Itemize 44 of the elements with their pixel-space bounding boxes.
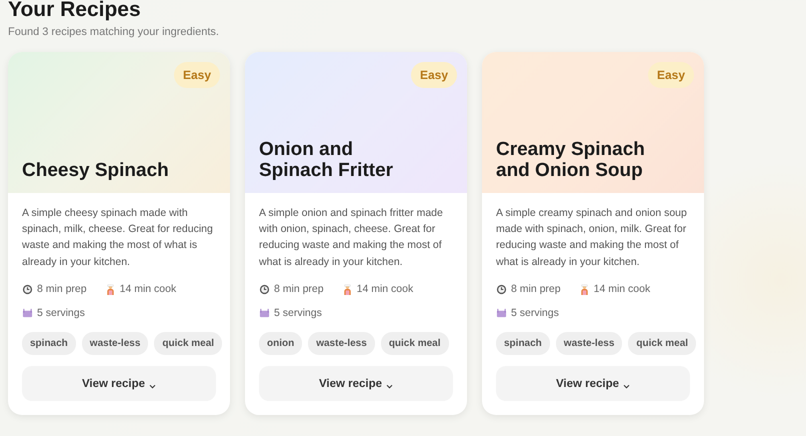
recipe-description: A simple creamy spinach and onion soup made with spinach, onion, milk. Great for reducing waste and making the most of what is already in your kitchen.	[496, 206, 688, 270]
clock-icon	[496, 284, 507, 294]
plate-icon	[259, 308, 270, 318]
cook-time: 14 min cook	[594, 283, 650, 295]
tag: quick meal	[628, 332, 696, 355]
recipe-title: Creamy Spinach and Onion Soup	[496, 139, 646, 181]
plate-icon	[22, 308, 33, 318]
tag: waste-less	[308, 332, 375, 355]
view-recipe-button[interactable]: View recipe	[496, 366, 690, 401]
cook-icon	[104, 284, 116, 294]
caret-icon	[149, 384, 156, 388]
prep-time: 8 min prep	[511, 283, 561, 295]
tag: onion	[259, 332, 302, 355]
recipe-title: Cheesy Spinach	[22, 160, 169, 181]
clock-icon	[22, 284, 33, 294]
tag: spinach	[22, 332, 76, 355]
tag: waste-less	[556, 332, 622, 355]
tag: spinach	[496, 332, 550, 355]
tag: quick meal	[380, 332, 449, 355]
view-recipe-button[interactable]: View recipe	[259, 366, 453, 401]
recipe-description: A simple cheesy spinach made with spinach, milk, cheese. Great for reducing waste and making the most of what is already in your kitchen.	[22, 206, 214, 270]
clock-icon	[259, 284, 270, 294]
recipe-title: Onion and Spinach Fritter	[259, 139, 394, 181]
prep-time: 8 min prep	[37, 283, 87, 295]
page-title: Your Recipes	[8, 0, 142, 20]
recipe-description: A simple onion and spinach fritter made with onion, spinach, cheese. Great for reducing waste and making the most of what is already in your kitchen.	[259, 206, 444, 270]
tag: quick meal	[154, 332, 222, 355]
view-recipe-button[interactable]: View recipe	[22, 366, 216, 401]
difficulty-badge: Easy	[174, 62, 220, 88]
caret-icon	[386, 384, 394, 388]
tag: waste-less	[82, 332, 148, 355]
cook-time: 14 min cook	[356, 283, 414, 295]
difficulty-badge: Easy	[648, 62, 694, 88]
plate-icon	[496, 308, 507, 318]
cook-icon	[578, 284, 590, 294]
results-summary: Found 3 recipes matching your ingredients.	[8, 26, 220, 39]
cook-icon	[342, 284, 353, 294]
difficulty-badge: Easy	[410, 62, 457, 88]
prep-time: 8 min prep	[274, 283, 324, 295]
servings: 5 servings	[37, 307, 85, 319]
cook-time: 14 min cook	[120, 283, 176, 295]
servings: 5 servings	[511, 307, 559, 319]
servings: 5 servings	[274, 307, 322, 319]
caret-icon	[623, 384, 630, 388]
